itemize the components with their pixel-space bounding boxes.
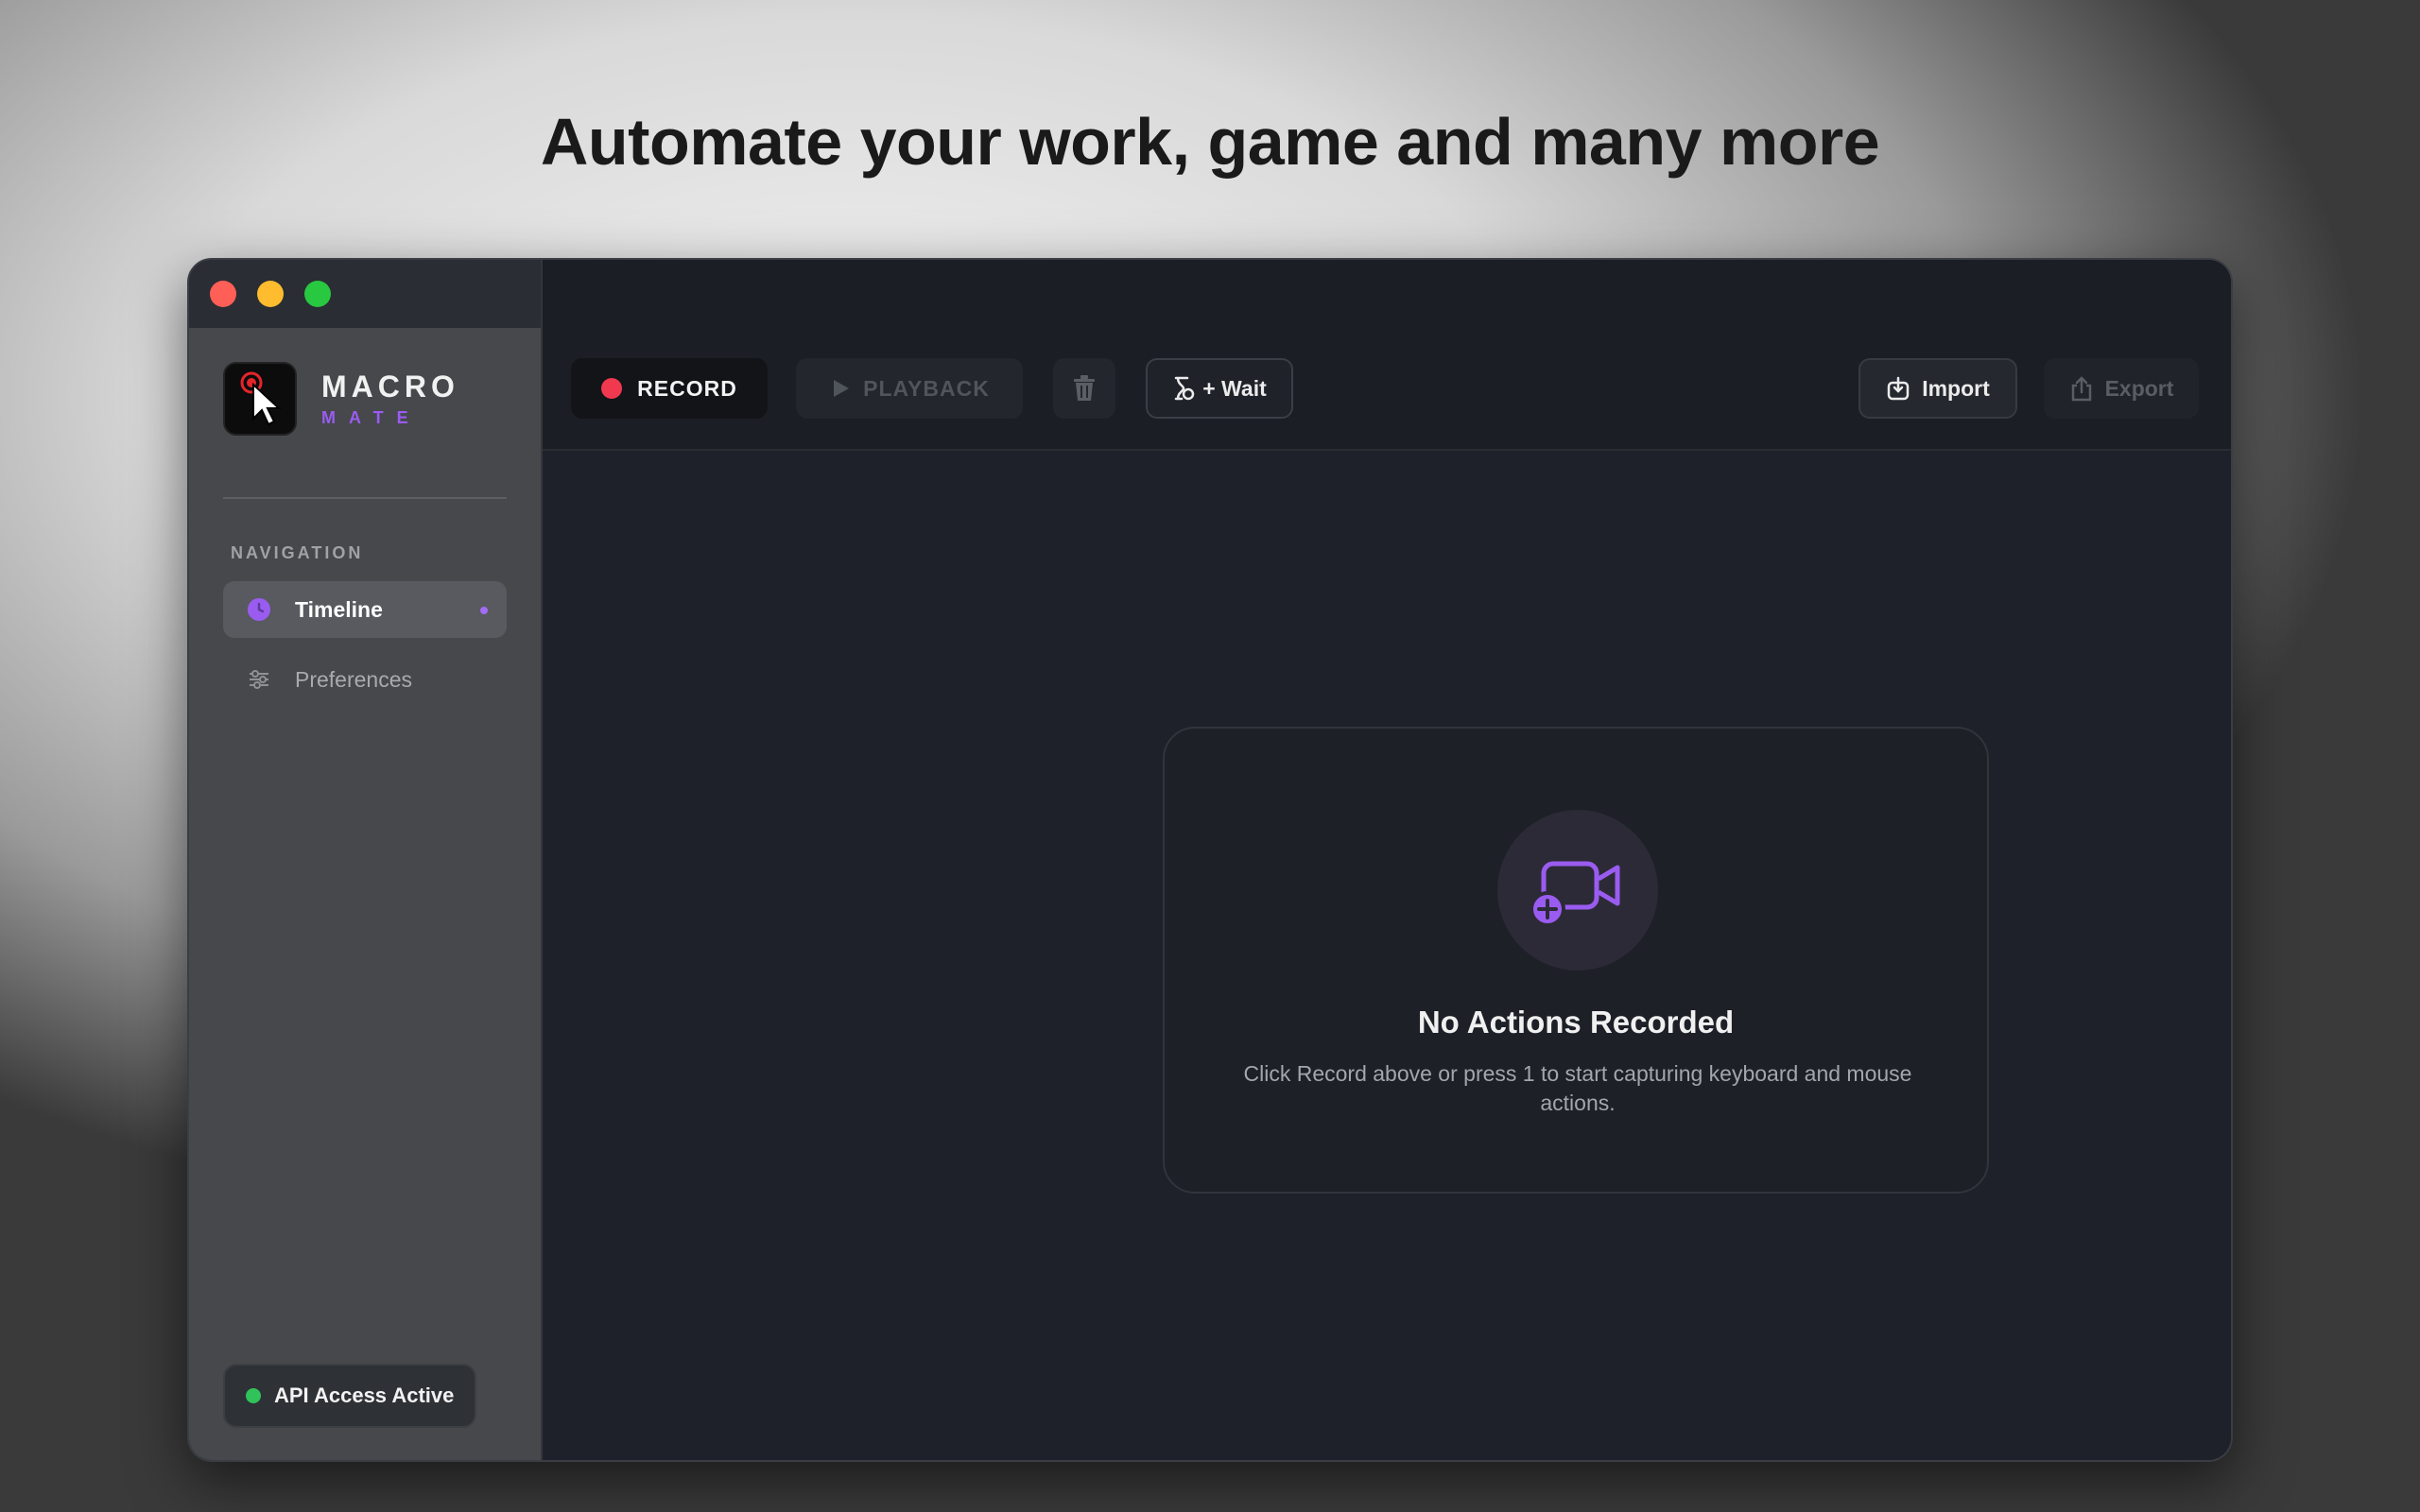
brand-subtitle: MATE (321, 408, 422, 427)
api-status-label: API Access Active (274, 1383, 455, 1407)
record-button[interactable]: RECORD (571, 358, 768, 419)
promo-headline: Automate your work, game and many more (540, 105, 1880, 179)
status-dot-icon (246, 1388, 261, 1403)
sidebar-item-label: Timeline (295, 596, 383, 622)
empty-state-card: No Actions Recorded Click Record above o… (1163, 727, 1989, 1194)
app-window: MACRO MATE NAVIGATION Timeline Preferenc… (187, 258, 2233, 1462)
close-window-button[interactable] (210, 281, 236, 307)
minimize-window-button[interactable] (257, 281, 284, 307)
play-icon (834, 380, 850, 397)
playback-button[interactable]: PLAYBACK (796, 358, 1023, 419)
brand-title: MACRO (321, 369, 459, 404)
import-button[interactable]: Import (1858, 358, 2017, 419)
add-wait-label: + Wait (1202, 375, 1267, 401)
add-wait-button[interactable]: + Wait (1146, 358, 1293, 419)
trash-icon (1074, 375, 1095, 401)
export-label: Export (2104, 375, 2174, 401)
empty-state-description: Click Record above or press 1 to start c… (1243, 1061, 1912, 1115)
main-content: RECORD PLAYBACK + Wait Import Export No … (543, 260, 2231, 1460)
app-logo-icon (223, 362, 297, 436)
record-label: RECORD (637, 375, 737, 401)
toolbar: RECORD PLAYBACK + Wait Import Export (543, 260, 2231, 451)
active-indicator (480, 607, 488, 614)
empty-state-title: No Actions Recorded (1417, 1005, 1735, 1040)
sidebar: MACRO MATE NAVIGATION Timeline Preferenc… (189, 260, 543, 1460)
api-status-badge: API Access Active (223, 1364, 477, 1428)
export-button[interactable]: Export (2044, 358, 2199, 419)
import-icon (1887, 376, 1910, 401)
hourglass-icon (1174, 376, 1195, 401)
nav-heading: NAVIGATION (231, 543, 364, 562)
playback-label: PLAYBACK (863, 375, 990, 401)
share-icon (2071, 376, 2091, 402)
sidebar-divider (223, 497, 507, 499)
record-dot-icon (601, 378, 623, 399)
clock-icon (246, 596, 272, 623)
sidebar-item-timeline[interactable]: Timeline (223, 581, 507, 638)
import-label: Import (1922, 375, 1990, 401)
sidebar-item-preferences[interactable]: Preferences (223, 651, 507, 708)
brand: MACRO MATE (223, 362, 459, 436)
empty-state-icon-circle (1497, 810, 1658, 971)
zoom-window-button[interactable] (304, 281, 331, 307)
delete-button[interactable] (1053, 358, 1115, 419)
sliders-icon (246, 666, 272, 693)
title-bar (189, 260, 541, 328)
sidebar-item-label: Preferences (295, 666, 413, 692)
video-add-icon (1530, 861, 1620, 927)
